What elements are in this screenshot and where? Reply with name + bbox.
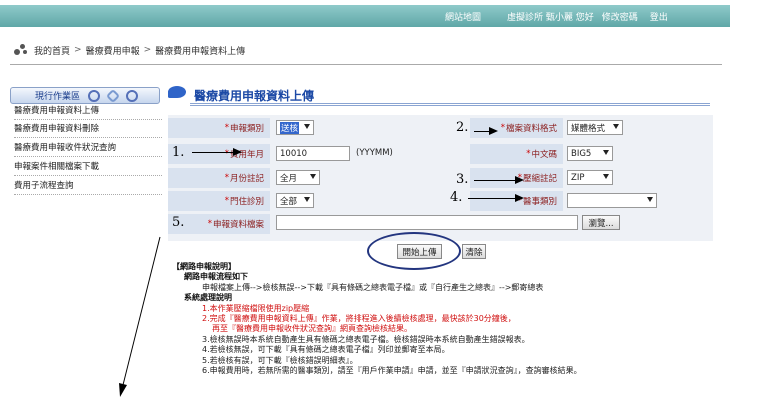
arrow-head-icon bbox=[515, 176, 524, 184]
annotation-arrow-3 bbox=[474, 180, 516, 181]
chevron-down-icon bbox=[304, 124, 310, 129]
tag-icon[interactable] bbox=[105, 88, 121, 103]
breadcrumb-separator: > bbox=[74, 45, 82, 55]
annotation-4: 4. bbox=[450, 190, 463, 205]
notes-system-title: 系統處理說明 bbox=[184, 293, 232, 303]
notes-title: 【網路申報說明】 bbox=[172, 262, 236, 271]
notes-flow-title: 網路申報流程如下 bbox=[184, 272, 248, 282]
sidebar-item-delete[interactable]: 醫療費用申報資料刪除 bbox=[14, 122, 162, 138]
instructions-panel: 【網路申報說明】 網路申報流程如下 申報檔案上傳-->檢核無誤-->下載『具有條… bbox=[172, 262, 712, 376]
notes-item-1: 1.本作業壓縮檔限使用zip壓縮 bbox=[202, 303, 310, 313]
home-dots-icon bbox=[14, 44, 28, 56]
chinese-code-label: * 中文碼 bbox=[470, 144, 563, 164]
annotation-arrow-1 bbox=[192, 152, 234, 153]
month-note-label: * 月份註記 bbox=[168, 168, 270, 188]
sidebar-item-subflow[interactable]: 費用子流程查詢 bbox=[14, 179, 162, 195]
annotation-arrow-2 bbox=[474, 131, 490, 132]
breadcrumb-separator: > bbox=[143, 45, 152, 55]
annotation-arrow-4 bbox=[468, 198, 516, 199]
breadcrumb-home[interactable]: 我的首頁 bbox=[34, 44, 70, 57]
change-password-link[interactable]: 修改密碼 bbox=[602, 10, 638, 23]
sidebar-header-label: 現行作業區 bbox=[35, 92, 81, 102]
notes-item-2: 2.完成『醫療費用申報資料上傳』作業，將排程進入後續檢核處理，最快該於30分鐘後… bbox=[202, 314, 516, 324]
page-title: 醫療費用申報資料上傳 bbox=[194, 89, 315, 103]
clinic-type-select[interactable]: 全部 bbox=[276, 193, 314, 208]
notes-item-2-cont: 再至『醫療費用申報收件狀況查詢』網頁查詢檢核結果。 bbox=[212, 324, 412, 334]
chevron-down-icon bbox=[647, 197, 653, 202]
sitemap-link[interactable]: 網站地圖 bbox=[445, 10, 481, 23]
sidebar-item-download[interactable]: 申報案件相關檔案下載 bbox=[14, 160, 162, 176]
annotation-5: 5. bbox=[172, 215, 185, 230]
file-format-label: * 檔案資料格式 bbox=[470, 118, 563, 138]
sidebar-item-upload[interactable]: 醫療費用申報資料上傳 bbox=[14, 104, 162, 120]
declare-type-label: * 申報類別 bbox=[168, 118, 270, 138]
fee-month-input[interactable]: 10010 bbox=[276, 146, 350, 161]
notes-item-4: 4.若檢核無誤，可下載『具有條碼之總表電子檔』列印並郵寄至本局。 bbox=[202, 345, 450, 355]
logout-link[interactable]: 登出 bbox=[650, 10, 668, 23]
annotation-3: 3. bbox=[456, 172, 469, 187]
speech-bubble-icon bbox=[168, 86, 186, 98]
chevron-down-icon bbox=[310, 174, 316, 179]
file-format-select[interactable]: 媒體格式 bbox=[567, 120, 623, 135]
sidebar-header: 現行作業區 bbox=[10, 87, 160, 104]
browse-button[interactable]: 瀏覽... bbox=[582, 215, 620, 230]
clinic-type-label: * 門住診別 bbox=[168, 191, 270, 211]
arrow-head-icon bbox=[233, 148, 242, 156]
fee-month-unit: (YYYMM) bbox=[356, 148, 393, 158]
refresh-icon[interactable] bbox=[88, 89, 101, 102]
chevron-down-icon bbox=[304, 197, 310, 202]
sidebar-item-status[interactable]: 醫療費用申報收件狀況查詢 bbox=[14, 141, 162, 157]
compress-note-select[interactable]: ZIP bbox=[567, 170, 613, 185]
arrow-head-icon bbox=[515, 194, 524, 202]
notes-item-5: 5.若檢核有誤，可下載『檢核錯誤明細表』。 bbox=[202, 355, 358, 365]
welcome-text: 虛擬診所 甄小麗 您好 bbox=[507, 12, 594, 23]
chevron-down-icon bbox=[613, 124, 619, 129]
title-underline bbox=[190, 103, 710, 106]
annotation-diagonal-arrow bbox=[119, 236, 161, 397]
top-nav-bar: 網站地圖 虛擬診所 甄小麗 您好 修改密碼 登出 bbox=[0, 5, 730, 27]
notes-item-6: 6.申報費用時，若無所需的醫事類別，請至『用戶作業申請』申請，並至『申請狀況查詢… bbox=[202, 366, 582, 376]
breadcrumb: 我的首頁 > 醫療費用申報 > 醫療費用申報資料上傳 bbox=[14, 43, 245, 57]
page-title-bar: 醫療費用申報資料上傳 bbox=[168, 84, 713, 106]
settings-icon[interactable] bbox=[126, 89, 139, 102]
breadcrumb-divider bbox=[10, 64, 722, 65]
month-note-select[interactable]: 全月 bbox=[276, 170, 320, 185]
data-file-input[interactable] bbox=[276, 215, 578, 230]
clear-button[interactable]: 清除 bbox=[462, 244, 486, 259]
chevron-down-icon bbox=[603, 174, 609, 179]
arrow-head-icon bbox=[489, 127, 498, 135]
breadcrumb-current: 醫療費用申報資料上傳 bbox=[155, 46, 246, 57]
breadcrumb-declare[interactable]: 醫療費用申報 bbox=[86, 44, 140, 57]
notes-item-3: 3.檢核無誤時本系統自動產生具有條碼之總表電子檔。檢核錯誤時本系統自動產生錯誤報… bbox=[202, 334, 530, 344]
medical-category-select[interactable] bbox=[567, 193, 657, 208]
notes-flow: 申報檔案上傳-->檢核無誤-->下載『具有條碼之總表電子檔』或『自行產生之總表』… bbox=[202, 282, 544, 292]
annotation-1: 1. bbox=[172, 145, 185, 160]
declare-type-select[interactable]: 送核 bbox=[276, 120, 314, 135]
chevron-down-icon bbox=[603, 150, 609, 155]
chinese-code-select[interactable]: BIG5 bbox=[567, 146, 613, 161]
annotation-2: 2. bbox=[456, 120, 469, 135]
